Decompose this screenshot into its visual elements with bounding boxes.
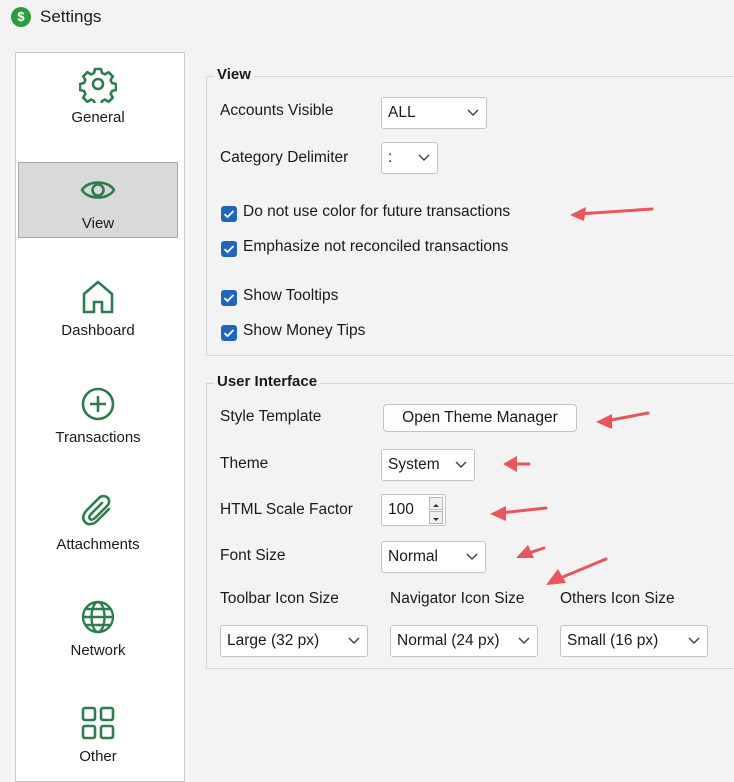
font-size-value: Normal — [388, 548, 438, 565]
html-scale-factor-value: 100 — [388, 501, 414, 518]
html-scale-factor-spinbox[interactable]: 100 — [381, 494, 446, 526]
plus-circle-icon — [81, 387, 115, 421]
spin-up-button[interactable] — [429, 497, 443, 510]
dollar-app-icon: $ — [11, 7, 31, 27]
annotation-arrow-icon — [546, 557, 608, 585]
toolbar-icon-size-select[interactable]: Large (32 px) — [220, 625, 368, 657]
sidebar-item-other[interactable]: Other — [18, 696, 178, 772]
checkbox-label: Do not use color for future transactions — [243, 203, 511, 220]
home-icon — [82, 280, 114, 314]
checkbox-checked[interactable] — [221, 325, 237, 341]
annotation-arrow-icon — [490, 506, 548, 521]
sidebar-item-label: Network — [70, 642, 126, 659]
style-template-label: Style Template — [220, 408, 322, 425]
sidebar-item-attachments[interactable]: Attachments — [18, 484, 178, 560]
checkbox-label: Show Money Tips — [243, 322, 366, 339]
navigator-icon-size-label: Navigator Icon Size — [390, 590, 525, 607]
checkbox-label: Show Tooltips — [243, 287, 339, 304]
accounts-visible-value: ALL — [388, 104, 416, 121]
sidebar-item-general[interactable]: General — [18, 57, 178, 133]
eye-icon — [80, 181, 116, 199]
sidebar-item-label: Transactions — [55, 429, 141, 446]
checkbox-checked[interactable] — [221, 290, 237, 306]
category-delimiter-value: : — [388, 149, 393, 166]
chevron-down-icon — [455, 461, 467, 469]
navigator-icon-size-select[interactable]: Normal (24 px) — [390, 625, 538, 657]
category-delimiter-select[interactable]: : — [381, 142, 438, 174]
sidebar: General View Dashboard Transactions Atta… — [15, 52, 185, 782]
checkbox-label: Emphasize not reconciled transactions — [243, 238, 509, 255]
sidebar-item-transactions[interactable]: Transactions — [18, 377, 178, 453]
open-theme-manager-button[interactable]: Open Theme Manager — [383, 404, 577, 432]
toolbar-icon-size-label: Toolbar Icon Size — [220, 590, 339, 607]
chevron-down-icon — [348, 637, 360, 645]
accounts-visible-select[interactable]: ALL — [381, 97, 487, 129]
sidebar-item-label: View — [81, 215, 115, 232]
chevron-down-icon — [688, 637, 700, 645]
user-interface-group-title: User Interface — [214, 373, 321, 390]
grid-icon — [81, 706, 115, 740]
accounts-visible-label: Accounts Visible — [220, 102, 334, 119]
sidebar-item-view[interactable]: View — [18, 162, 178, 238]
annotation-arrow-icon — [503, 456, 531, 472]
others-icon-size-select[interactable]: Small (16 px) — [560, 625, 708, 657]
others-icon-size-label: Others Icon Size — [560, 590, 675, 607]
toolbar-icon-size-value: Large (32 px) — [227, 632, 320, 649]
chevron-down-icon — [466, 553, 478, 561]
sidebar-item-label: Attachments — [56, 536, 140, 553]
sidebar-item-label: General — [71, 109, 125, 126]
others-icon-size-value: Small (16 px) — [567, 632, 659, 649]
chevron-down-icon — [418, 154, 430, 162]
window-title: Settings — [40, 7, 102, 26]
theme-select[interactable]: System — [381, 449, 475, 481]
font-size-select[interactable]: Normal — [381, 541, 486, 573]
sidebar-item-label: Dashboard — [61, 322, 135, 339]
sidebar-item-label: Other — [79, 748, 117, 765]
theme-value: System — [388, 456, 440, 473]
view-group-title: View — [214, 66, 254, 83]
globe-icon — [81, 600, 115, 634]
chevron-down-icon — [518, 637, 530, 645]
font-size-label: Font Size — [220, 547, 286, 564]
navigator-icon-size-value: Normal (24 px) — [397, 632, 500, 649]
chevron-down-icon — [467, 109, 479, 117]
annotation-arrow-icon — [570, 207, 654, 221]
annotation-arrow-icon — [596, 411, 650, 429]
checkbox-checked[interactable] — [221, 241, 237, 257]
spin-down-button[interactable] — [429, 511, 443, 524]
title-bar: $ Settings — [0, 0, 734, 36]
sidebar-item-dashboard[interactable]: Dashboard — [18, 270, 178, 346]
theme-label: Theme — [220, 455, 269, 472]
paperclip-icon — [81, 494, 111, 526]
gear-icon — [79, 67, 117, 103]
category-delimiter-label: Category Delimiter — [220, 149, 349, 166]
sidebar-item-network[interactable]: Network — [18, 590, 178, 666]
html-scale-factor-label: HTML Scale Factor — [220, 501, 353, 518]
checkbox-checked[interactable] — [221, 206, 237, 222]
